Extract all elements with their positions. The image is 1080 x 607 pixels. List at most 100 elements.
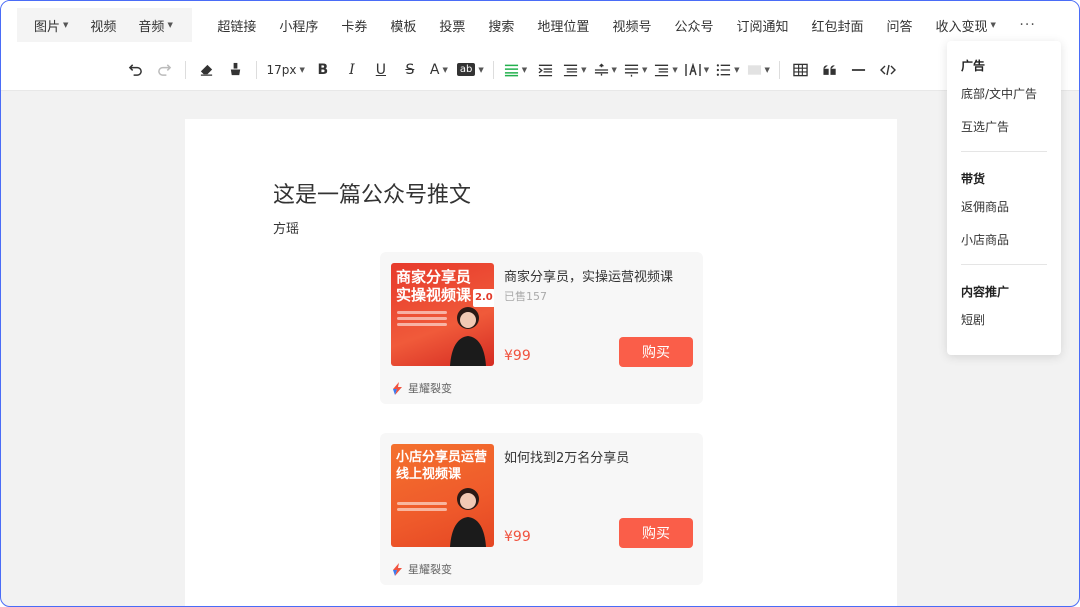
font-color-button[interactable]: A ▼ [428, 58, 450, 82]
insert-menu-group: 超链接 小程序 卡券 模板 投票 搜索 地理位置 视频号 公众号 订阅通知 红包… [206, 8, 1048, 42]
dropdown-item-shop-products[interactable]: 小店商品 [947, 223, 1061, 256]
buy-button[interactable]: 购买 [619, 337, 693, 367]
toolbar-divider [256, 60, 257, 79]
menu-mini-program-label: 小程序 [279, 19, 319, 35]
menu-channels-label: 视频号 [612, 19, 652, 35]
menu-hyperlink-label: 超链接 [217, 19, 257, 35]
menu-monetize-label: 收入变现 [935, 19, 988, 35]
product-card[interactable]: 商家分享员 实操视频课 2.0 商家分享员，实操运营视频课 已售157 ¥99 购… [380, 252, 703, 404]
menu-subscribe-notice[interactable]: 订阅通知 [725, 8, 800, 42]
menu-image-label: 图片 [34, 19, 61, 35]
product-price: ¥99 [504, 348, 531, 364]
menu-red-packet-cover[interactable]: 红包封面 [800, 8, 875, 42]
line-spacing-icon[interactable]: ▼ [624, 58, 647, 82]
more-icon[interactable]: ··· [1007, 17, 1047, 33]
media-menu-group: 图片 ▼ 视频 音频 ▼ [17, 8, 192, 42]
toolbar-divider [779, 60, 781, 79]
menu-video-label: 视频 [90, 19, 117, 35]
thumbnail-bullets [397, 502, 447, 514]
menu-subscribe-notice-label: 订阅通知 [736, 19, 789, 35]
toolbar-divider [185, 60, 186, 79]
product-name: 商家分享员，实操运营视频课 [504, 270, 674, 285]
undo-icon[interactable] [125, 58, 147, 82]
indent-icon[interactable] [534, 58, 556, 82]
shop-name: 星耀裂变 [408, 563, 452, 576]
menu-location-label: 地理位置 [537, 19, 590, 35]
eraser-icon[interactable] [196, 58, 218, 82]
dropdown-item-commission-products[interactable]: 返佣商品 [947, 190, 1061, 223]
menu-vote[interactable]: 投票 [428, 8, 477, 42]
dropdown-item-short-drama[interactable]: 短剧 [947, 303, 1061, 336]
code-icon[interactable] [877, 58, 899, 82]
font-size-value: 17px [266, 62, 297, 77]
article-author[interactable]: 方瑶 [273, 218, 299, 237]
chevron-down-icon: ▼ [63, 21, 69, 29]
menu-official-account-label: 公众号 [674, 19, 714, 35]
block-style-icon[interactable]: ▼ [747, 58, 770, 82]
font-size-select[interactable]: 17px ▼ [267, 58, 305, 82]
horizontal-rule-icon[interactable] [848, 58, 870, 82]
article-canvas[interactable]: 这是一篇公众号推文 方瑶 商家分享员 实操视频课 2.0 商家分享员，实操运营视频… [185, 119, 897, 606]
product-thumbnail: 商家分享员 实操视频课 2.0 [391, 263, 494, 366]
chevron-down-icon: ▼ [167, 21, 173, 29]
dropdown-item-mutual-ads[interactable]: 互选广告 [947, 110, 1061, 143]
align-icon[interactable]: ▼ [504, 58, 527, 82]
buy-button[interactable]: 购买 [619, 518, 693, 548]
table-icon[interactable] [790, 58, 812, 82]
format-toolbar: 17px ▼ B I U S A ▼ ab ▼ ▼ ▼ ▼ ▼ ▼ ▼ ▼ ▼ [1, 49, 1079, 91]
menu-template[interactable]: 模板 [379, 8, 428, 42]
dropdown-heading-ads: 广告 [961, 59, 986, 73]
menu-hyperlink[interactable]: 超链接 [206, 8, 268, 42]
menu-video[interactable]: 视频 [79, 8, 127, 42]
menu-qa[interactable]: 问答 [875, 8, 924, 42]
menu-mini-program[interactable]: 小程序 [268, 8, 330, 42]
bold-button[interactable]: B [312, 58, 334, 82]
menu-channels[interactable]: 视频号 [601, 8, 663, 42]
redo-icon[interactable] [154, 58, 176, 82]
product-card[interactable]: 小店分享员运营 线上视频课 如何找到2万名分享员 ¥99 购买 星耀裂变 [380, 433, 703, 585]
product-price: ¥99 [504, 529, 531, 545]
strikethrough-button[interactable]: S [399, 58, 421, 82]
menu-official-account[interactable]: 公众号 [663, 8, 725, 42]
shop-logo-icon [393, 381, 402, 395]
menu-search[interactable]: 搜索 [477, 8, 526, 42]
paragraph-spacing-icon[interactable]: ▼ [594, 58, 617, 82]
shop-info: 星耀裂变 [392, 561, 452, 577]
font-color-label: A [429, 61, 440, 78]
menu-audio-label: 音频 [138, 19, 165, 35]
quote-icon[interactable] [819, 58, 841, 82]
editor-window: 图片 ▼ 视频 音频 ▼ 超链接 小程序 卡券 模板 投票 搜索 地理位置 视频… [0, 0, 1080, 607]
chevron-down-icon: ▼ [734, 65, 740, 74]
dropdown-heading-content-promo: 内容推广 [961, 285, 1010, 299]
menu-location[interactable]: 地理位置 [526, 8, 601, 42]
underline-button[interactable]: U [370, 58, 392, 82]
menu-audio[interactable]: 音频 ▼ [127, 8, 183, 42]
chevron-down-icon: ▼ [641, 65, 648, 74]
chevron-down-icon: ▼ [703, 65, 710, 74]
dropdown-divider [961, 264, 1047, 265]
chevron-down-icon: ▼ [611, 65, 617, 74]
format-painter-icon[interactable] [225, 58, 247, 82]
highlight-label: ab [456, 63, 476, 76]
list-icon[interactable]: ▼ [716, 58, 740, 82]
thumbnail-title-line1: 商家分享员 [396, 268, 472, 286]
line-height-icon[interactable]: ▼ [654, 58, 678, 82]
product-sold-count: 已售157 [504, 290, 547, 303]
chevron-down-icon: ▼ [478, 65, 484, 74]
highlight-color-button[interactable]: ab ▼ [456, 58, 484, 82]
shop-logo-icon [393, 562, 402, 576]
insert-menubar: 图片 ▼ 视频 音频 ▼ 超链接 小程序 卡券 模板 投票 搜索 地理位置 视频… [1, 1, 1079, 49]
menu-monetize[interactable]: 收入变现 ▼ [924, 8, 1007, 42]
chevron-down-icon: ▼ [442, 65, 448, 74]
thumbnail-title-line1: 小店分享员运营 [396, 450, 488, 465]
italic-button[interactable]: I [341, 58, 363, 82]
paragraph-indent-icon[interactable]: ▼ [563, 58, 587, 82]
menu-vote-label: 投票 [439, 19, 466, 35]
chevron-down-icon: ▼ [299, 65, 305, 74]
menu-image[interactable]: 图片 ▼ [23, 8, 79, 42]
article-title[interactable]: 这是一篇公众号推文 [273, 177, 471, 209]
dropdown-item-bottom-ads[interactable]: 底部/文中广告 [947, 77, 1061, 110]
chevron-down-icon: ▼ [521, 65, 528, 74]
menu-coupon[interactable]: 卡券 [330, 8, 379, 42]
letter-spacing-icon[interactable]: ▼ [685, 58, 709, 82]
